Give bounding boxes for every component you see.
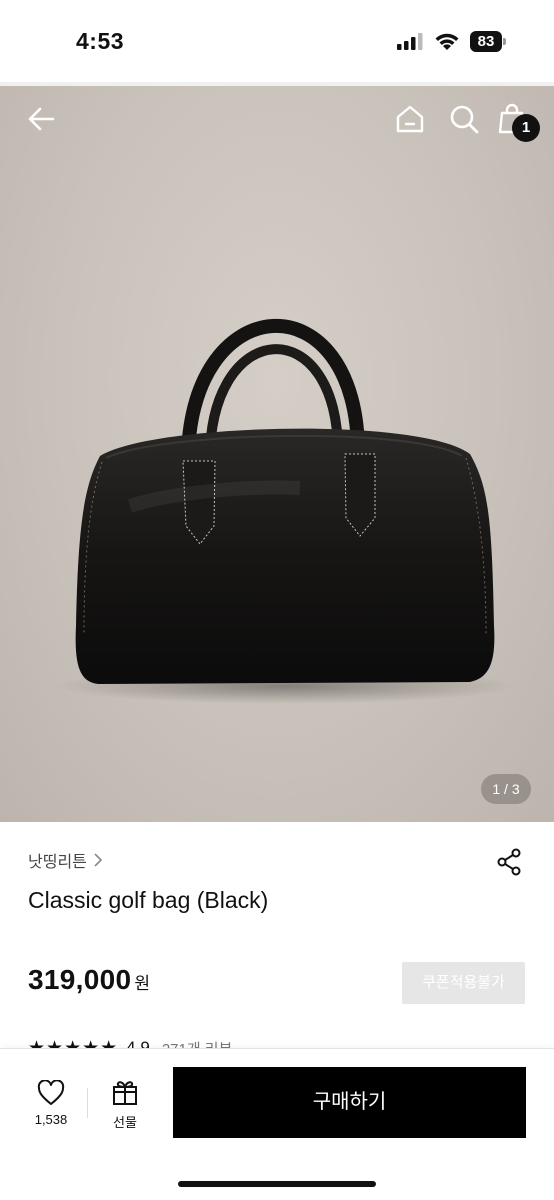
bag-photo: [55, 319, 515, 704]
home-indicator: [178, 1181, 376, 1187]
product-image[interactable]: 1 1 / 3: [0, 86, 554, 822]
status-bar: 4:53 83: [0, 0, 554, 84]
status-time: 4:53: [76, 28, 125, 54]
gift-icon: [113, 1081, 137, 1105]
battery-level: 83: [470, 31, 502, 52]
buy-button[interactable]: 구매하기: [173, 1067, 526, 1138]
like-count: 1,538: [34, 1112, 68, 1127]
price: 319,000 원: [28, 964, 150, 996]
chevron-right-icon: [94, 853, 103, 867]
coupon-unavailable-button[interactable]: 쿠폰적용불가: [402, 962, 525, 1004]
image-page-counter: 1 / 3: [481, 774, 531, 804]
brand-link[interactable]: 낫띵리튼: [28, 848, 103, 872]
gift-label: 선물: [113, 1115, 137, 1130]
price-value: 319,000: [28, 964, 132, 995]
share-icon[interactable]: [495, 847, 523, 877]
gift-button[interactable]: 선물: [100, 1078, 150, 1134]
cart-count-badge: 1: [512, 114, 540, 142]
brand-name[interactable]: 낫띵리튼: [28, 848, 87, 872]
search-icon[interactable]: [447, 102, 481, 136]
home-icon[interactable]: [393, 102, 427, 136]
heart-icon: [37, 1080, 65, 1105]
battery-icon: 83: [470, 31, 506, 52]
wifi-icon: [435, 33, 459, 50]
like-button[interactable]: 1,538: [26, 1078, 76, 1134]
price-unit: 원: [134, 974, 150, 993]
product-title: Classic golf bag (Black): [28, 887, 269, 913]
back-arrow-icon[interactable]: [25, 102, 59, 136]
signal-icon: [397, 33, 423, 50]
action-divider: [87, 1088, 88, 1118]
